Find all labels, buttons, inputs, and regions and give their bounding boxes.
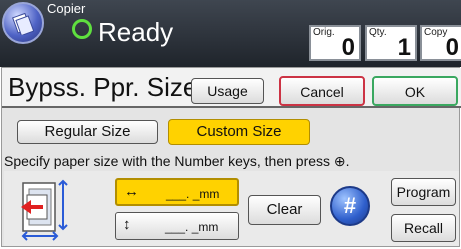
vertical-arrow-icon: ↕ (123, 216, 131, 233)
counter-label: Qty. (369, 27, 387, 38)
ok-button[interactable]: OK (372, 76, 458, 106)
program-button[interactable]: Program (391, 178, 456, 206)
counter-value: 0 (445, 34, 459, 61)
copier-icon (12, 13, 34, 35)
custom-size-tab[interactable]: Custom Size (168, 119, 310, 145)
horizontal-arrow-icon: ↔ (124, 183, 139, 200)
recall-button[interactable]: Recall (391, 214, 456, 242)
cancel-button[interactable]: Cancel (279, 76, 365, 106)
counter-label: Copy (424, 27, 448, 38)
machine-status: Ready (72, 17, 173, 48)
regular-size-tab[interactable]: Regular Size (17, 120, 158, 144)
originals-counter: Orig. 0 (309, 25, 361, 61)
counter-value: 1 (397, 34, 411, 61)
counter-label: Orig. (313, 27, 335, 38)
status-header: Copier Ready Orig. 0 Qty. 1 Copy 0 (0, 0, 461, 67)
copier-screen: Copier Ready Orig. 0 Qty. 1 Copy 0 Bypss… (0, 0, 461, 249)
clear-button[interactable]: Clear (248, 195, 321, 225)
hash-key-button[interactable]: # (330, 186, 370, 226)
instruction-text: Specify paper size with the Number keys,… (4, 153, 459, 173)
horizontal-size-field[interactable]: ↔ ___. _mm (115, 178, 239, 206)
status-text: Ready (98, 17, 174, 47)
copies-counter: Copy 0 (420, 25, 461, 61)
page-title: Bypss. Ppr. Size (8, 72, 198, 102)
ready-indicator-icon (72, 19, 92, 39)
bypass-paper-size-panel: Bypss. Ppr. Size Usage Cancel OK Regular… (1, 67, 461, 247)
copier-app-icon[interactable] (2, 2, 44, 44)
app-name: Copier (47, 1, 86, 16)
bypass-tray-paper-icon (21, 179, 68, 241)
counter-value: 0 (341, 34, 355, 61)
horizontal-size-value: ___. _mm (166, 187, 220, 201)
vertical-size-value: ___. _mm (165, 220, 219, 234)
vertical-size-field[interactable]: ↕ ___. _mm (115, 212, 239, 240)
quantity-counter: Qty. 1 (365, 25, 417, 61)
usage-button[interactable]: Usage (191, 78, 264, 104)
panel-title-bar: Bypss. Ppr. Size Usage Cancel OK (2, 68, 461, 108)
